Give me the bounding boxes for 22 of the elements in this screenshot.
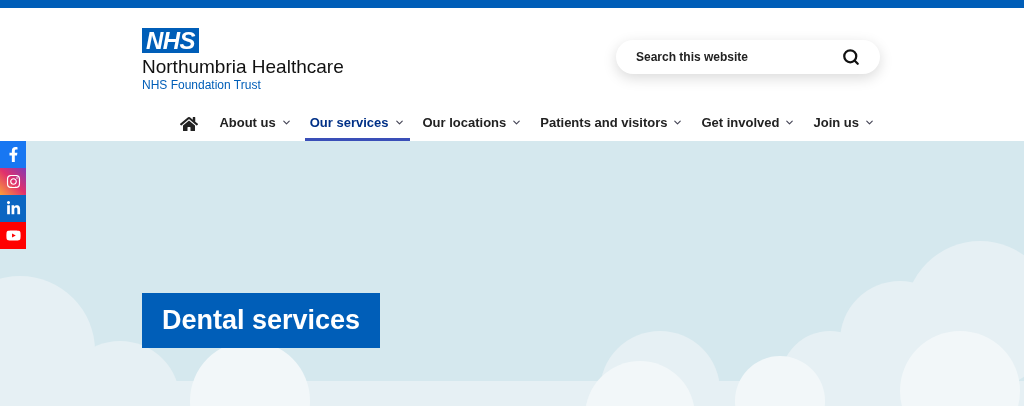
youtube-icon[interactable] <box>0 222 26 249</box>
chevron-down-icon <box>511 117 523 128</box>
chevron-down-icon <box>784 117 796 128</box>
nav-item[interactable]: About us <box>214 109 297 141</box>
nav-item[interactable]: Join us <box>808 109 880 141</box>
search-icon[interactable] <box>842 48 860 66</box>
search-field[interactable]: Search this website <box>616 40 880 74</box>
logo-badge[interactable]: NHS <box>142 28 199 53</box>
linkedin-icon[interactable] <box>0 195 26 222</box>
home-icon <box>180 115 199 133</box>
nav-item[interactable]: Get involved <box>696 109 801 141</box>
chevron-down-icon <box>864 117 875 128</box>
chevron-down-icon <box>393 117 405 128</box>
instagram-icon[interactable] <box>0 168 26 195</box>
organisation-name: Northumbria Healthcare <box>142 56 344 78</box>
chevron-down-icon <box>672 117 684 128</box>
chevron-down-icon <box>280 117 292 128</box>
facebook-icon[interactable] <box>0 141 26 168</box>
nav-item[interactable]: Patients and visitors <box>535 109 689 141</box>
page-title: Dental services <box>142 293 381 348</box>
nav-item[interactable]: Our locations <box>417 109 528 141</box>
organisation-subtitle: NHS Foundation Trust <box>142 78 262 92</box>
